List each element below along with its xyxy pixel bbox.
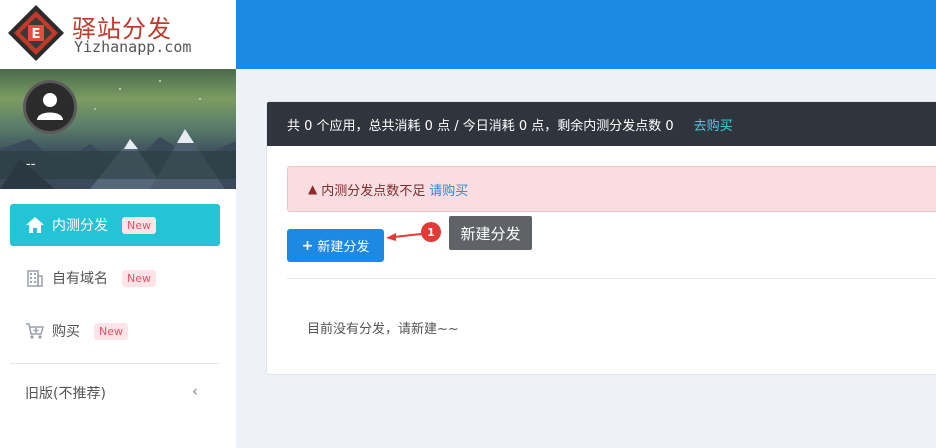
- new-badge: New: [122, 269, 156, 287]
- sidebar-item-internal-distribution[interactable]: 内测分发 New: [10, 204, 220, 246]
- sidebar-item-label: 内测分发: [52, 218, 108, 234]
- user-name: --: [26, 157, 36, 172]
- callout-number-badge: 1: [421, 222, 441, 242]
- building-icon: [24, 267, 46, 289]
- svg-text:E: E: [32, 27, 41, 42]
- new-distribution-label: 新建分发: [317, 240, 370, 255]
- plus-icon: +: [301, 237, 314, 254]
- brand-logo-icon: E: [8, 5, 64, 61]
- insufficient-points-alert: ▲ 内测分发点数不足 请购买: [287, 166, 936, 212]
- sidebar: -- 内测分发 New 自有域名 New 购买 New 旧版(不推荐) ‹: [0, 69, 236, 448]
- new-badge: New: [122, 216, 156, 234]
- buy-link[interactable]: 去购买: [694, 115, 733, 134]
- cart-icon: [24, 320, 46, 342]
- user-avatar-icon: [37, 93, 63, 120]
- distribution-panel: 共 0 个应用，总共消耗 0 点 / 今日消耗 0 点，剩余内测分发点数 0 去…: [266, 101, 936, 375]
- panel-divider: [287, 278, 936, 279]
- profile-banner: --: [0, 69, 236, 189]
- sidebar-item-label: 购买: [52, 324, 80, 340]
- sidebar-item-legacy[interactable]: 旧版(不推荐): [25, 383, 106, 403]
- alert-buy-link[interactable]: 请购买: [429, 180, 468, 199]
- sidebar-item-label: 自有域名: [52, 271, 108, 287]
- panel-header: 共 0 个应用，总共消耗 0 点 / 今日消耗 0 点，剩余内测分发点数 0 去…: [267, 102, 936, 146]
- home-icon: [24, 214, 46, 236]
- warning-icon: ▲: [308, 182, 318, 196]
- sidebar-item-custom-domain[interactable]: 自有域名 New: [10, 257, 220, 299]
- brand-subtitle: Yizhanapp.com: [74, 38, 192, 56]
- empty-state-message: 目前没有分发，请新建~~: [307, 322, 459, 337]
- new-distribution-button[interactable]: + 新建分发: [287, 229, 384, 262]
- new-badge: New: [94, 322, 128, 340]
- callout-label: 新建分发: [449, 216, 532, 250]
- logo-area[interactable]: E 驿站分发 Yizhanapp.com: [0, 0, 236, 69]
- usage-summary: 共 0 个应用，总共消耗 0 点 / 今日消耗 0 点，剩余内测分发点数 0: [287, 118, 674, 134]
- alert-text: 内测分发点数不足: [321, 183, 426, 199]
- chevron-left-icon[interactable]: ‹: [192, 382, 198, 400]
- sidebar-divider: [10, 363, 220, 364]
- user-avatar[interactable]: [23, 80, 77, 134]
- sidebar-item-purchase[interactable]: 购买 New: [10, 310, 220, 352]
